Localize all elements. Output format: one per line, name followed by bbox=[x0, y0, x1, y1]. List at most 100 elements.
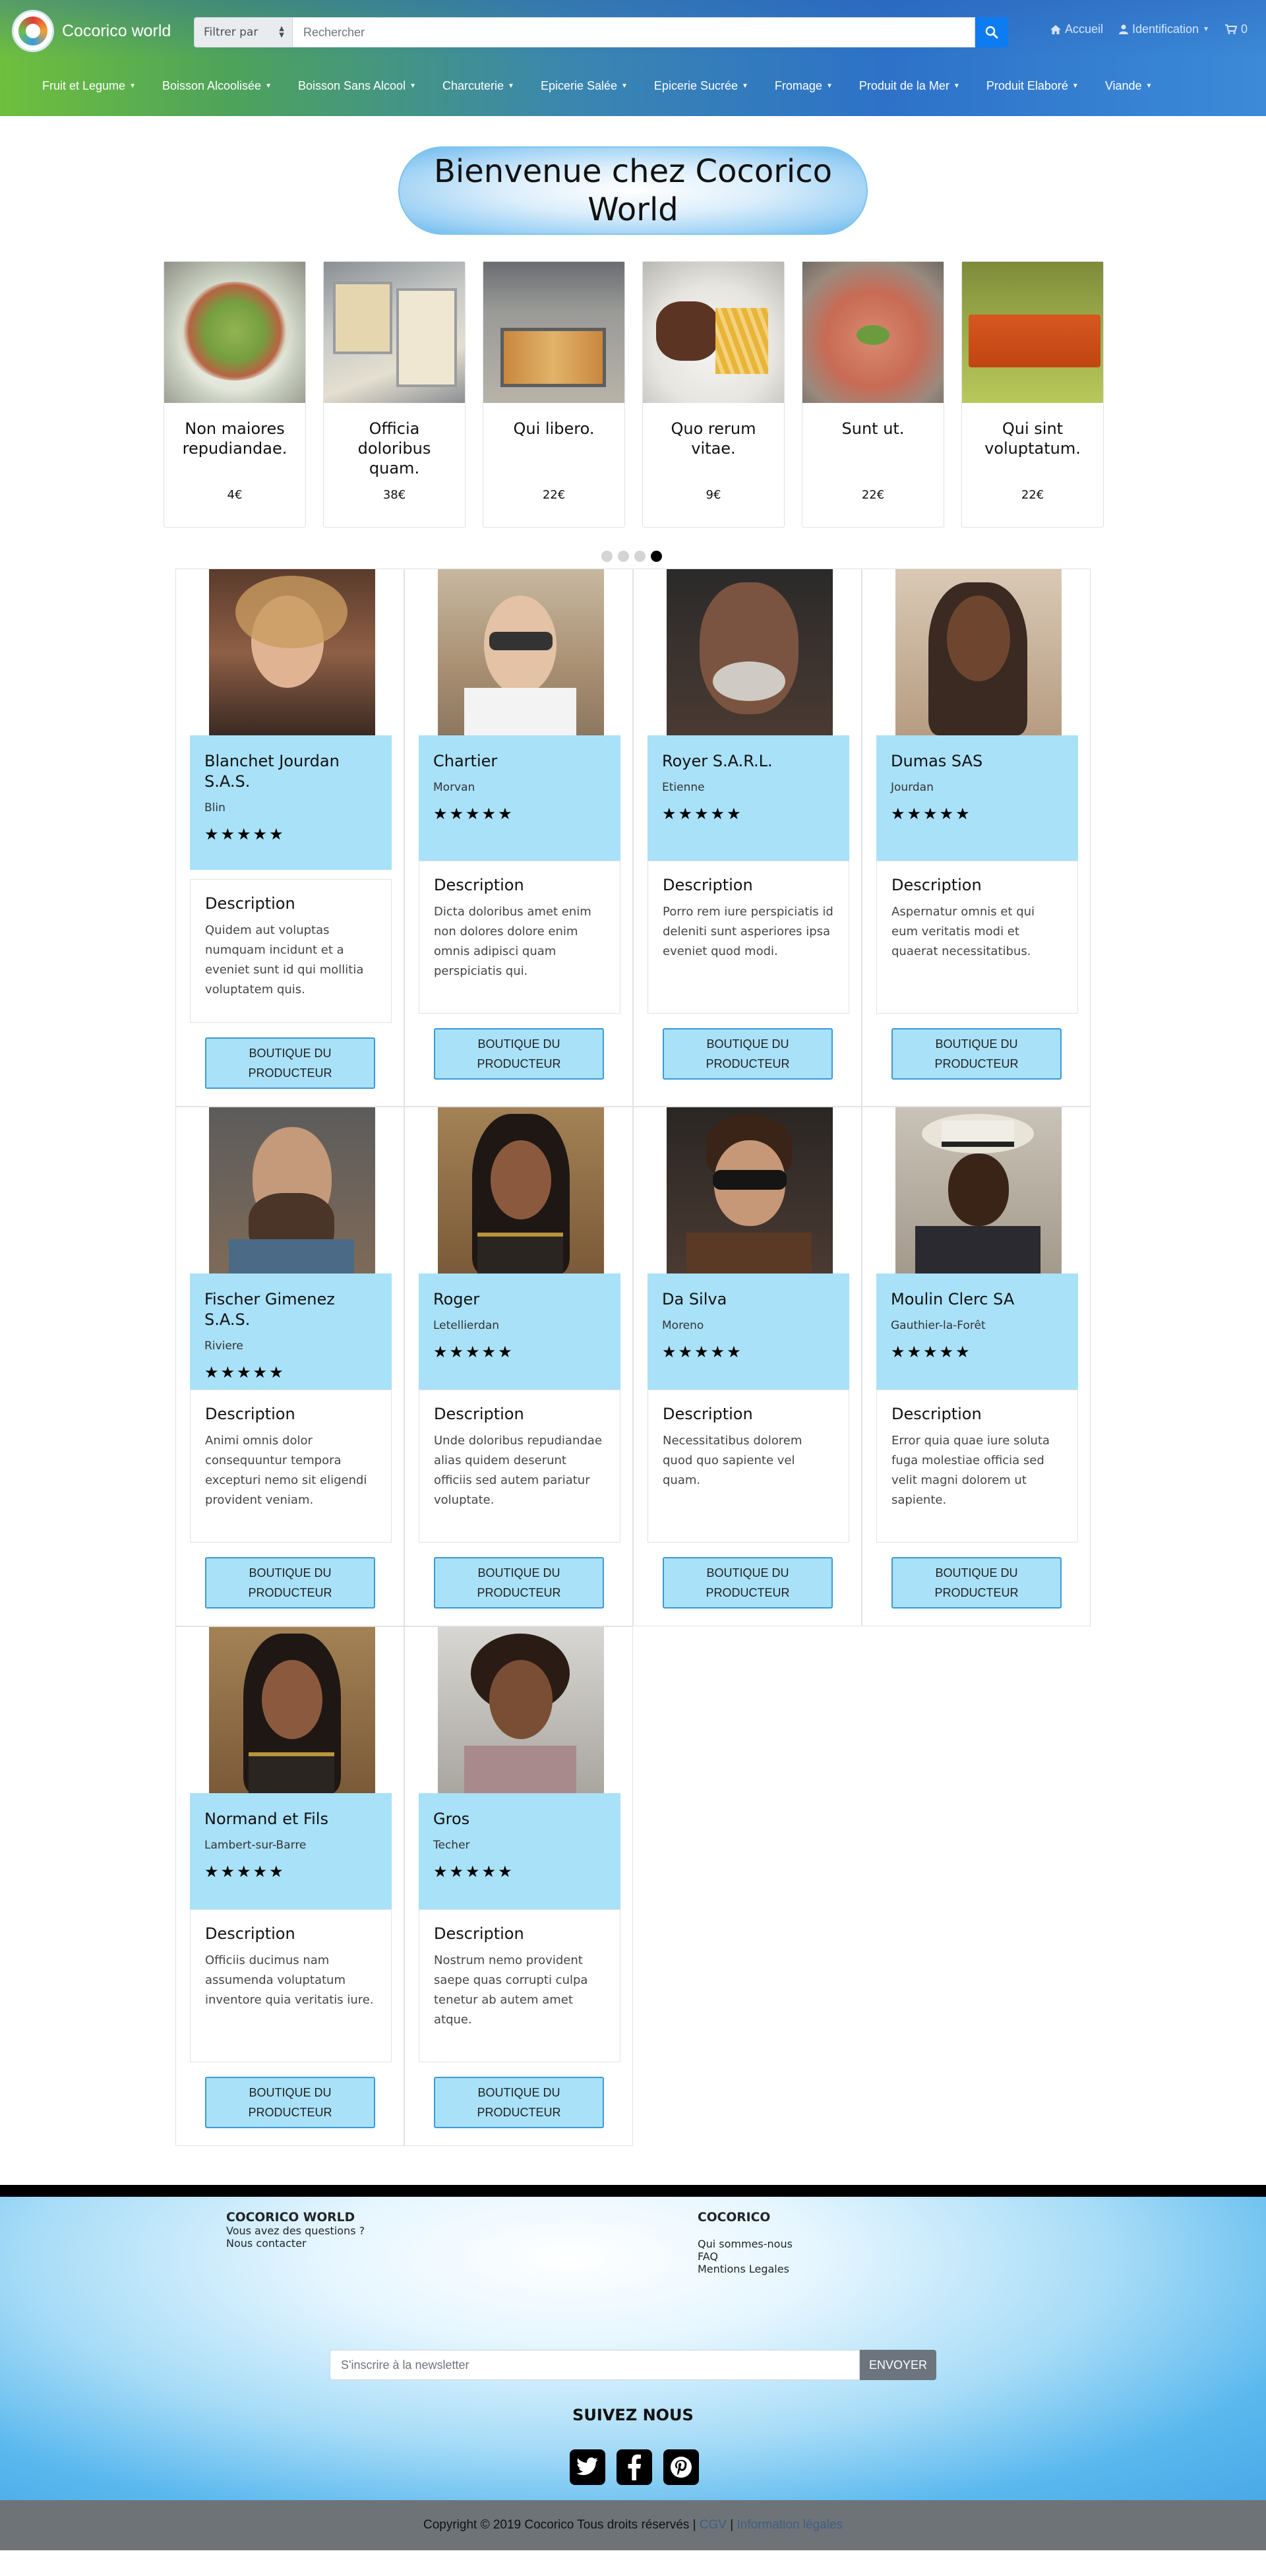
carousel-item[interactable]: Qui sint voluptatum. 22€ bbox=[961, 261, 1104, 528]
user-icon bbox=[1119, 24, 1128, 34]
footer-link-faq[interactable]: FAQ bbox=[698, 2250, 961, 2263]
follow-title: SUIVEZ NOUS bbox=[572, 2406, 694, 2424]
cgv-link[interactable]: CGV bbox=[700, 2518, 727, 2532]
producer-shop-button[interactable]: BOUTIQUE DU PRODUCTEUR bbox=[434, 2077, 604, 2128]
footer-col2-title: COCORICO bbox=[698, 2211, 771, 2224]
category-label: Epicerie Salée bbox=[540, 78, 618, 92]
search-icon bbox=[985, 26, 998, 39]
producer-shop-button[interactable]: BOUTIQUE DU PRODUCTEUR bbox=[434, 1557, 604, 1609]
producer-name[interactable]: Da Silva bbox=[662, 1289, 835, 1310]
carousel-item[interactable]: Quo rerum vitae. 9€ bbox=[642, 261, 785, 528]
chevron-down-icon: ▼ bbox=[826, 82, 833, 90]
pinterest-icon[interactable] bbox=[663, 2449, 699, 2485]
product-price: 22€ bbox=[542, 488, 566, 502]
carousel-item[interactable]: Qui libero. 22€ bbox=[483, 261, 625, 528]
producer-shop-button[interactable]: BOUTIQUE DU PRODUCTEUR bbox=[205, 1557, 375, 1609]
footer-link-legal[interactable]: Mentions Legales bbox=[698, 2263, 961, 2275]
cart-count: 0 bbox=[1240, 22, 1248, 36]
producer-info: Royer S.A.R.L. Etienne ★★★★★ bbox=[648, 735, 849, 861]
filter-select[interactable]: Filtrer par ▲ ▼ bbox=[194, 17, 293, 47]
category-produit-mer[interactable]: Produit de la Mer ▼ bbox=[859, 79, 960, 93]
legal-info-link[interactable]: Information légales bbox=[737, 2518, 843, 2532]
producer-shop-button[interactable]: BOUTIQUE DU PRODUCTEUR bbox=[663, 1028, 833, 1080]
newsletter-input[interactable] bbox=[330, 2350, 860, 2380]
producer-shop-button[interactable]: BOUTIQUE DU PRODUCTEUR bbox=[891, 1557, 1062, 1609]
contact-link[interactable]: Nous contacter bbox=[226, 2237, 490, 2250]
producer-info: Chartier Morvan ★★★★★ bbox=[419, 735, 620, 861]
category-epicerie-salee[interactable]: Epicerie Salée ▼ bbox=[541, 79, 628, 93]
brand[interactable]: Cocorico world bbox=[12, 9, 171, 53]
producer-card: Da Silva Moreno ★★★★★ Description Necess… bbox=[633, 1107, 862, 1626]
producer-card: Roger Letellierdan ★★★★★ Description Und… bbox=[404, 1107, 633, 1626]
search-button[interactable] bbox=[975, 17, 1008, 47]
producer-card: Moulin Clerc SA Gauthier-la-Forêt ★★★★★ … bbox=[862, 1107, 1091, 1626]
producer-name[interactable]: Fischer Gimenez S.A.S. bbox=[204, 1289, 377, 1330]
carousel-item[interactable]: Non maiores repudiandae. 4€ bbox=[164, 261, 306, 528]
nav-accueil[interactable]: Accueil bbox=[1050, 22, 1103, 36]
category-epicerie-sucree[interactable]: Epicerie Sucrée ▼ bbox=[654, 79, 748, 93]
producer-shop-button[interactable]: BOUTIQUE DU PRODUCTEUR bbox=[205, 2077, 375, 2128]
category-viande[interactable]: Viande ▼ bbox=[1105, 79, 1153, 93]
description-title: Description bbox=[205, 1405, 295, 1423]
rating-stars: ★★★★★ bbox=[204, 1862, 286, 1881]
producer-photo bbox=[895, 1107, 1062, 1273]
category-label: Produit de la Mer bbox=[859, 78, 950, 92]
category-boisson-sans-alcool[interactable]: Boisson Sans Alcool ▼ bbox=[298, 79, 416, 93]
producer-name[interactable]: Roger bbox=[433, 1289, 606, 1310]
producer-shop-button[interactable]: BOUTIQUE DU PRODUCTEUR bbox=[434, 1028, 604, 1080]
category-boisson-alcoolisee[interactable]: Boisson Alcoolisée ▼ bbox=[162, 79, 272, 93]
twitter-icon[interactable] bbox=[570, 2449, 605, 2485]
newsletter-submit-button[interactable]: ENVOYER bbox=[860, 2350, 936, 2380]
producer-shop-button[interactable]: BOUTIQUE DU PRODUCTEUR bbox=[891, 1028, 1062, 1080]
description-text: Necessitatibus dolorem quod quo sapiente… bbox=[663, 1434, 802, 1487]
product-image bbox=[324, 262, 465, 403]
carousel-item[interactable]: Sunt ut. 22€ bbox=[802, 261, 944, 528]
producer-name[interactable]: Gros bbox=[433, 1809, 606, 1829]
producer-city: Jourdan bbox=[891, 781, 934, 794]
producer-city: Etienne bbox=[662, 781, 705, 794]
producer-name[interactable]: Dumas SAS bbox=[891, 751, 1064, 772]
footer-divider bbox=[0, 2185, 1266, 2197]
producer-photo bbox=[667, 1107, 833, 1273]
product-price: 9€ bbox=[706, 488, 721, 502]
brand-name[interactable]: Cocorico world bbox=[62, 22, 171, 41]
producer-photo bbox=[438, 569, 604, 735]
facebook-icon[interactable] bbox=[617, 2449, 652, 2485]
product-price: 22€ bbox=[861, 488, 885, 502]
carousel-item[interactable]: Officia doloribus quam. 38€ bbox=[323, 261, 466, 528]
nav-identification[interactable]: Identification ▼ bbox=[1119, 22, 1209, 36]
nav-cart[interactable]: 0 bbox=[1224, 22, 1248, 36]
category-produit-elabore[interactable]: Produit Elaboré ▼ bbox=[986, 79, 1079, 93]
producer-photo bbox=[895, 569, 1062, 735]
description-box: Description Nostrum nemo provident saepe… bbox=[419, 1909, 620, 2062]
producer-name[interactable]: Chartier bbox=[433, 751, 606, 772]
producer-name[interactable]: Blanchet Jourdan S.A.S. bbox=[204, 751, 377, 792]
category-fromage[interactable]: Fromage ▼ bbox=[775, 79, 833, 93]
product-name: Qui libero. bbox=[513, 419, 595, 438]
producer-shop-button[interactable]: BOUTIQUE DU PRODUCTEUR bbox=[663, 1557, 833, 1609]
description-text: Nostrum nemo provident saepe quas corrup… bbox=[434, 1953, 588, 2027]
producer-card: Normand et Fils Lambert-sur-Barre ★★★★★ … bbox=[175, 1626, 404, 2146]
carousel-dot[interactable] bbox=[634, 551, 646, 562]
logo-icon bbox=[12, 10, 54, 52]
producer-name[interactable]: Moulin Clerc SA bbox=[891, 1289, 1064, 1310]
producer-info: Normand et Fils Lambert-sur-Barre ★★★★★ bbox=[190, 1793, 392, 1909]
carousel-dot[interactable] bbox=[601, 551, 613, 562]
carousel-dot[interactable] bbox=[618, 551, 629, 562]
carousel-dot-active[interactable] bbox=[651, 551, 662, 562]
product-name: Officia doloribus quam. bbox=[357, 419, 431, 477]
description-text: Dicta doloribus amet enim non dolores do… bbox=[434, 905, 591, 978]
producer-name[interactable]: Royer S.A.R.L. bbox=[662, 751, 835, 772]
footer-link-about[interactable]: Qui sommes-nous bbox=[698, 2238, 961, 2250]
producer-info: Roger Letellierdan ★★★★★ bbox=[419, 1273, 620, 1390]
search-input[interactable] bbox=[293, 17, 975, 47]
producer-photo bbox=[209, 569, 375, 735]
chevron-down-icon: ▼ bbox=[742, 82, 748, 90]
product-name: Non maiores repudiandae. bbox=[182, 419, 287, 458]
producer-name[interactable]: Normand et Fils bbox=[204, 1809, 377, 1829]
description-title: Description bbox=[434, 1924, 524, 1943]
producer-shop-button[interactable]: BOUTIQUE DU PRODUCTEUR bbox=[205, 1037, 375, 1089]
product-image bbox=[483, 262, 624, 403]
category-charcuterie[interactable]: Charcuterie ▼ bbox=[442, 79, 514, 93]
category-fruit-legume[interactable]: Fruit et Legume ▼ bbox=[42, 79, 136, 93]
